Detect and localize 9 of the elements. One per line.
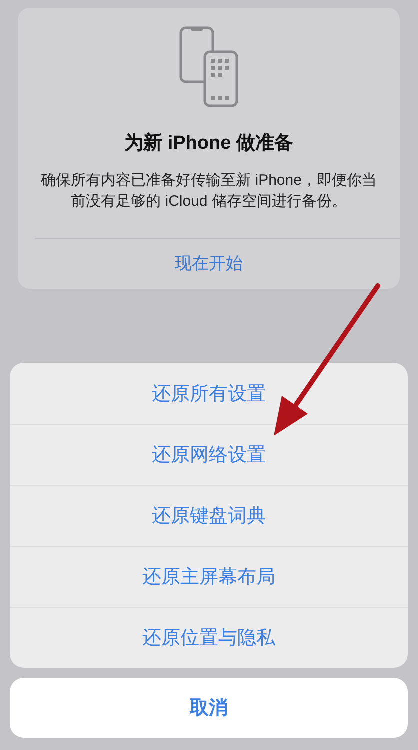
card-title: 为新 iPhone 做准备 bbox=[124, 132, 294, 156]
reset-option[interactable]: 还原位置与隐私 bbox=[10, 607, 408, 668]
cancel-button[interactable]: 取消 bbox=[10, 678, 408, 738]
reset-option[interactable]: 还原所有设置 bbox=[10, 363, 408, 424]
start-now-link[interactable]: 现在开始 bbox=[175, 239, 243, 289]
reset-option[interactable]: 还原主屏幕布局 bbox=[10, 546, 408, 607]
reset-option[interactable]: 还原键盘词典 bbox=[10, 485, 408, 546]
card-description: 确保所有内容已准备好传输至新 iPhone，即便你当前没有足够的 iCloud 储存空间进行备份。 bbox=[40, 171, 378, 212]
phones-icon bbox=[179, 26, 239, 108]
